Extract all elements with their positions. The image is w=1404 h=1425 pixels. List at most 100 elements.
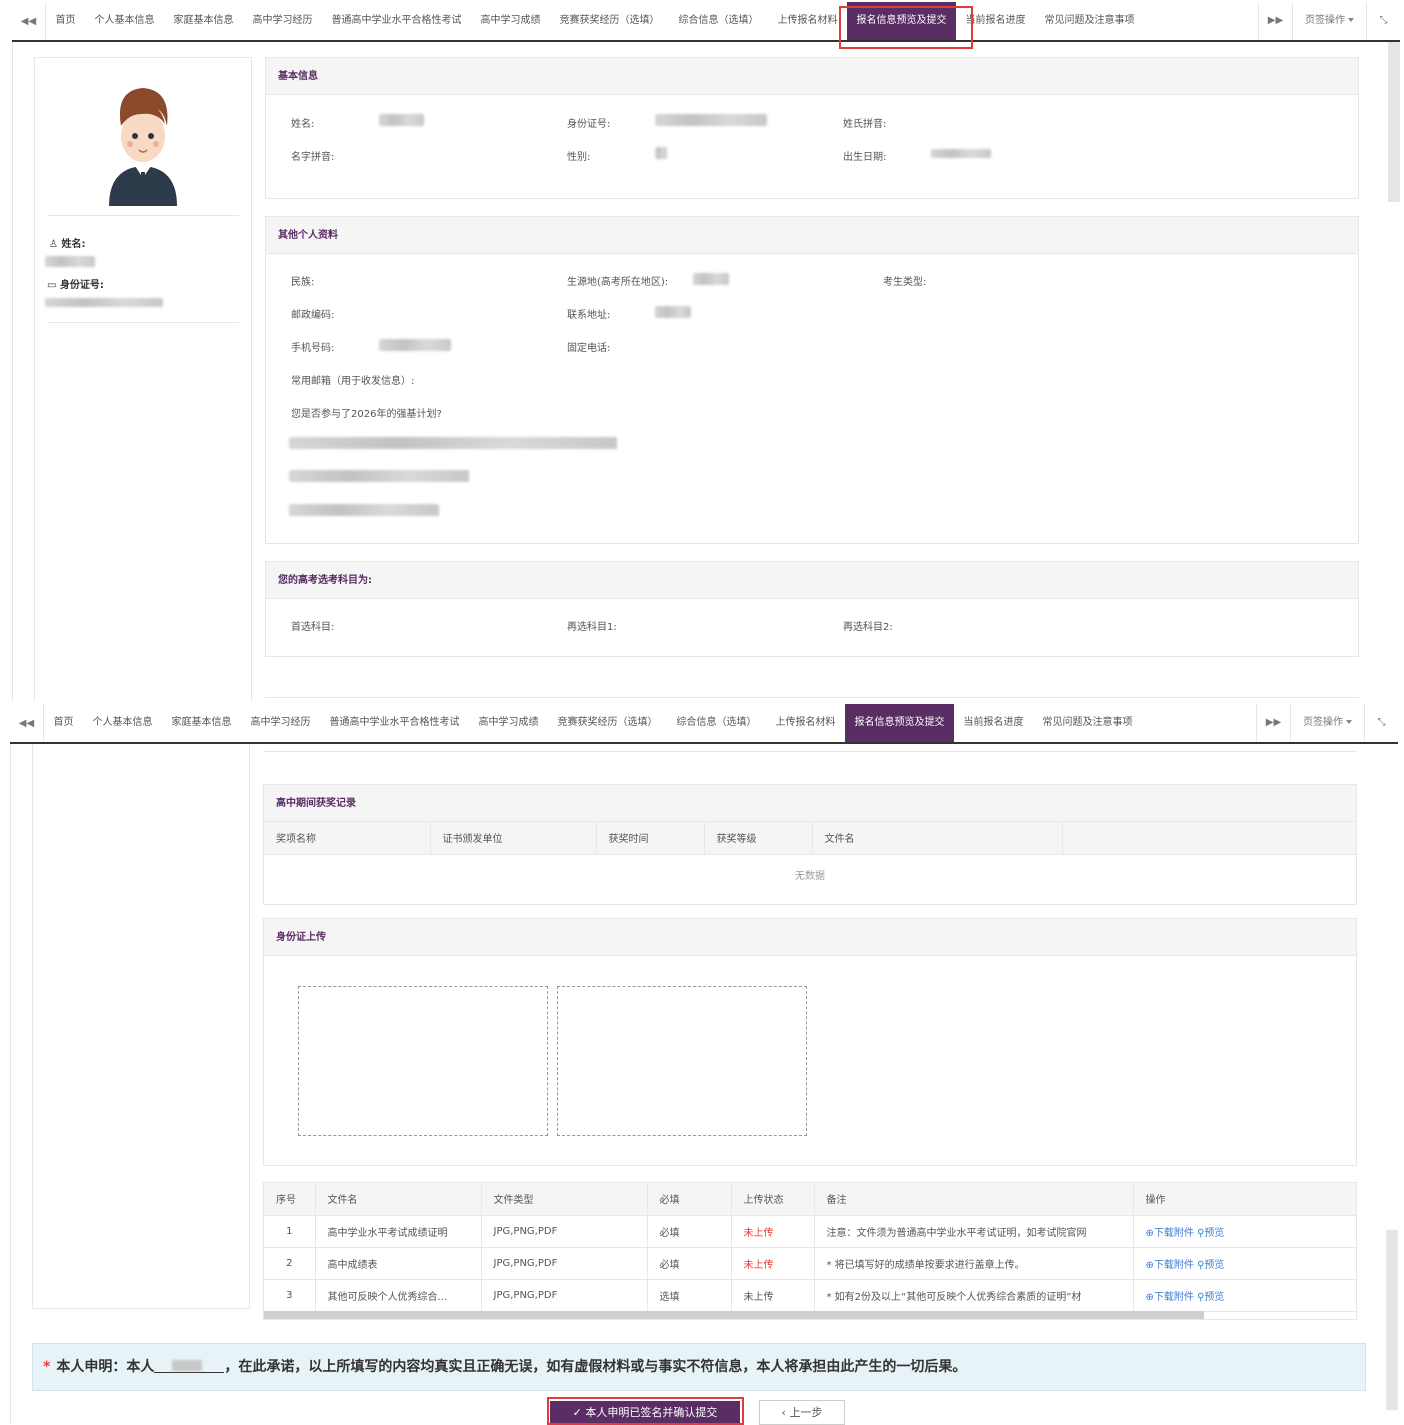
tab-list: 首页 个人基本信息 家庭基本信息 高中学习经历 普通高中学业水平合格性考试 高中… — [46, 2, 1144, 40]
table-row: 2 高中成绩表 JPG,PNG,PDF 必填 未上传 * 将已填写好的成绩单按要… — [264, 1247, 1356, 1280]
download-attachment-link[interactable]: ⊕下载附件 — [1146, 1260, 1194, 1271]
horizontal-scrollbar[interactable] — [264, 1311, 1204, 1319]
back-label: 上一步 — [789, 1406, 823, 1419]
required-flag: 必填 — [647, 1215, 732, 1248]
preview-link[interactable]: ⚲预览 — [1197, 1228, 1224, 1239]
scroll-tabs-left-icon[interactable]: ◀◀ — [10, 704, 44, 742]
answer-redacted — [289, 470, 469, 482]
gender-field: 性别: — [567, 152, 591, 163]
awards-panel: 高中期间获奖记录 奖项名称 证书颁发单位 获奖时间 获奖等级 文件名 无数据 — [263, 784, 1357, 905]
divider — [265, 697, 1359, 698]
tab-progress[interactable]: 当前报名进度 — [954, 704, 1033, 742]
fullscreen-icon[interactable]: ⤡ — [1364, 704, 1398, 742]
scrollbar[interactable] — [1388, 42, 1400, 202]
files-table: 序号 文件名 文件类型 必填 上传状态 备注 操作 1 高中学业水平考试成绩证明… — [264, 1183, 1356, 1312]
scroll-tabs-left-icon[interactable]: ◀◀ — [12, 2, 46, 40]
tab-proficiency-exam[interactable]: 普通高中学业水平合格性考试 — [320, 704, 469, 742]
divider — [47, 322, 239, 323]
tab-competitions[interactable]: 竞赛获奖经历（选填） — [550, 2, 669, 40]
tab-highschool-history[interactable]: 高中学习经历 — [243, 2, 322, 40]
row-number: 3 — [264, 1279, 316, 1312]
name-field: 姓名: — [291, 119, 315, 130]
email-field: 常用邮箱（用于收发信息）: — [291, 376, 415, 387]
tab-highschool-history[interactable]: 高中学习经历 — [241, 704, 320, 742]
answer-redacted — [289, 504, 439, 516]
caret-down-icon — [1348, 18, 1354, 22]
tab-faq[interactable]: 常见问题及注意事项 — [1035, 2, 1144, 40]
scroll-tabs-right-icon[interactable]: ▶▶ — [1256, 704, 1290, 742]
file-name: 其他可反映个人优秀综合... — [315, 1279, 482, 1312]
column-header: 文件名 — [315, 1183, 482, 1216]
preview-label: 预览 — [1204, 1227, 1225, 1239]
panel-title: 您的高考选考科目为: — [266, 562, 1358, 599]
file-type: JPG,PNG,PDF — [481, 1247, 648, 1280]
tab-grades[interactable]: 高中学习成绩 — [469, 704, 548, 742]
upload-status: 未上传 — [731, 1279, 815, 1312]
download-attachment-link[interactable]: ⊕下载附件 — [1146, 1228, 1194, 1239]
id-card-icon: ▭ — [47, 280, 57, 291]
preview-link[interactable]: ⚲预览 — [1197, 1260, 1224, 1271]
divider — [47, 215, 239, 216]
file-type: JPG,PNG,PDF — [481, 1215, 648, 1248]
page-ops-dropdown[interactable]: 页签操作 — [1292, 2, 1366, 40]
tab-upload-materials[interactable]: 上传报名材料 — [768, 2, 847, 40]
divider — [10, 744, 11, 1424]
page-ops-dropdown[interactable]: 页签操作 — [1290, 704, 1364, 742]
download-icon: ⊕ — [1145, 1227, 1154, 1239]
column-header: 文件名 — [812, 822, 1063, 855]
user-icon: ♙ — [49, 239, 58, 250]
tab-family-info[interactable]: 家庭基本信息 — [164, 2, 243, 40]
gender-value-redacted — [655, 147, 667, 159]
tab-home[interactable]: 首页 — [44, 704, 83, 742]
tab-personal-info[interactable]: 个人基本信息 — [83, 704, 162, 742]
tab-preview-submit[interactable]: 报名信息预览及提交 — [845, 704, 954, 742]
preview-label: 预览 — [1204, 1259, 1225, 1271]
upload-status: 未上传 — [731, 1247, 815, 1280]
second-subject-2-field: 再选科目2: — [843, 622, 893, 633]
id-upload-panel: 身份证上传 — [263, 918, 1357, 1166]
column-header: 序号 — [264, 1183, 316, 1216]
download-icon: ⊕ — [1145, 1259, 1154, 1271]
fullscreen-icon[interactable]: ⤡ — [1366, 2, 1400, 40]
panel-title: 基本信息 — [266, 58, 1358, 95]
row-number: 2 — [264, 1247, 316, 1280]
tab-grades[interactable]: 高中学习成绩 — [471, 2, 550, 40]
answer-redacted — [289, 437, 617, 449]
tab-competitions[interactable]: 竞赛获奖经历（选填） — [548, 704, 667, 742]
panel-title: 高中期间获奖记录 — [264, 785, 1356, 822]
download-label: 下载附件 — [1153, 1291, 1194, 1303]
download-attachment-link[interactable]: ⊕下载附件 — [1146, 1292, 1194, 1303]
name-value-redacted — [45, 256, 95, 267]
tab-upload-materials[interactable]: 上传报名材料 — [766, 704, 845, 742]
signature-blank — [154, 1359, 225, 1373]
name-redacted — [172, 1360, 203, 1371]
table-row: 1 高中学业水平考试成绩证明 JPG,PNG,PDF 必填 未上传 注意：文件须… — [264, 1215, 1356, 1248]
previous-step-button[interactable]: ‹ 上一步 — [759, 1400, 845, 1425]
tab-faq[interactable]: 常见问题及注意事项 — [1033, 704, 1142, 742]
id-front-upload[interactable] — [298, 986, 548, 1136]
divider — [263, 751, 1357, 752]
files-table-panel: 序号 文件名 文件类型 必填 上传状态 备注 操作 1 高中学业水平考试成绩证明… — [263, 1182, 1357, 1320]
declaration-text: ，在此承诺，以上所填写的内容均真实且正确无误，如有虚假材料或与事实不符信息，本人… — [224, 1359, 967, 1375]
required-flag: 必填 — [647, 1247, 732, 1280]
tab-proficiency-exam[interactable]: 普通高中学业水平合格性考试 — [322, 2, 471, 40]
tab-family-info[interactable]: 家庭基本信息 — [162, 704, 241, 742]
tab-comprehensive[interactable]: 综合信息（选填） — [669, 2, 768, 40]
scroll-tabs-right-icon[interactable]: ▶▶ — [1258, 2, 1292, 40]
tab-home[interactable]: 首页 — [46, 2, 85, 40]
column-header: 获奖等级 — [704, 822, 813, 855]
empty-state: 无数据 — [795, 870, 825, 882]
subjects-panel: 您的高考选考科目为: 首选科目: 再选科目1: 再选科目2: — [265, 561, 1359, 657]
avatar — [109, 88, 177, 206]
mobile-value-redacted — [379, 339, 451, 351]
tab-list: 首页 个人基本信息 家庭基本信息 高中学习经历 普通高中学业水平合格性考试 高中… — [44, 704, 1142, 742]
tab-personal-info[interactable]: 个人基本信息 — [85, 2, 164, 40]
tab-comprehensive[interactable]: 综合信息（选填） — [667, 704, 766, 742]
download-label: 下载附件 — [1153, 1227, 1194, 1239]
id-back-upload[interactable] — [557, 986, 807, 1136]
id-value-redacted — [45, 298, 163, 307]
scrollbar[interactable] — [1386, 1230, 1398, 1410]
file-name: 高中成绩表 — [315, 1247, 482, 1280]
tab-bar-bottom: ◀◀ 首页 个人基本信息 家庭基本信息 高中学习经历 普通高中学业水平合格性考试… — [10, 704, 1398, 744]
preview-link[interactable]: ⚲预览 — [1197, 1292, 1224, 1303]
